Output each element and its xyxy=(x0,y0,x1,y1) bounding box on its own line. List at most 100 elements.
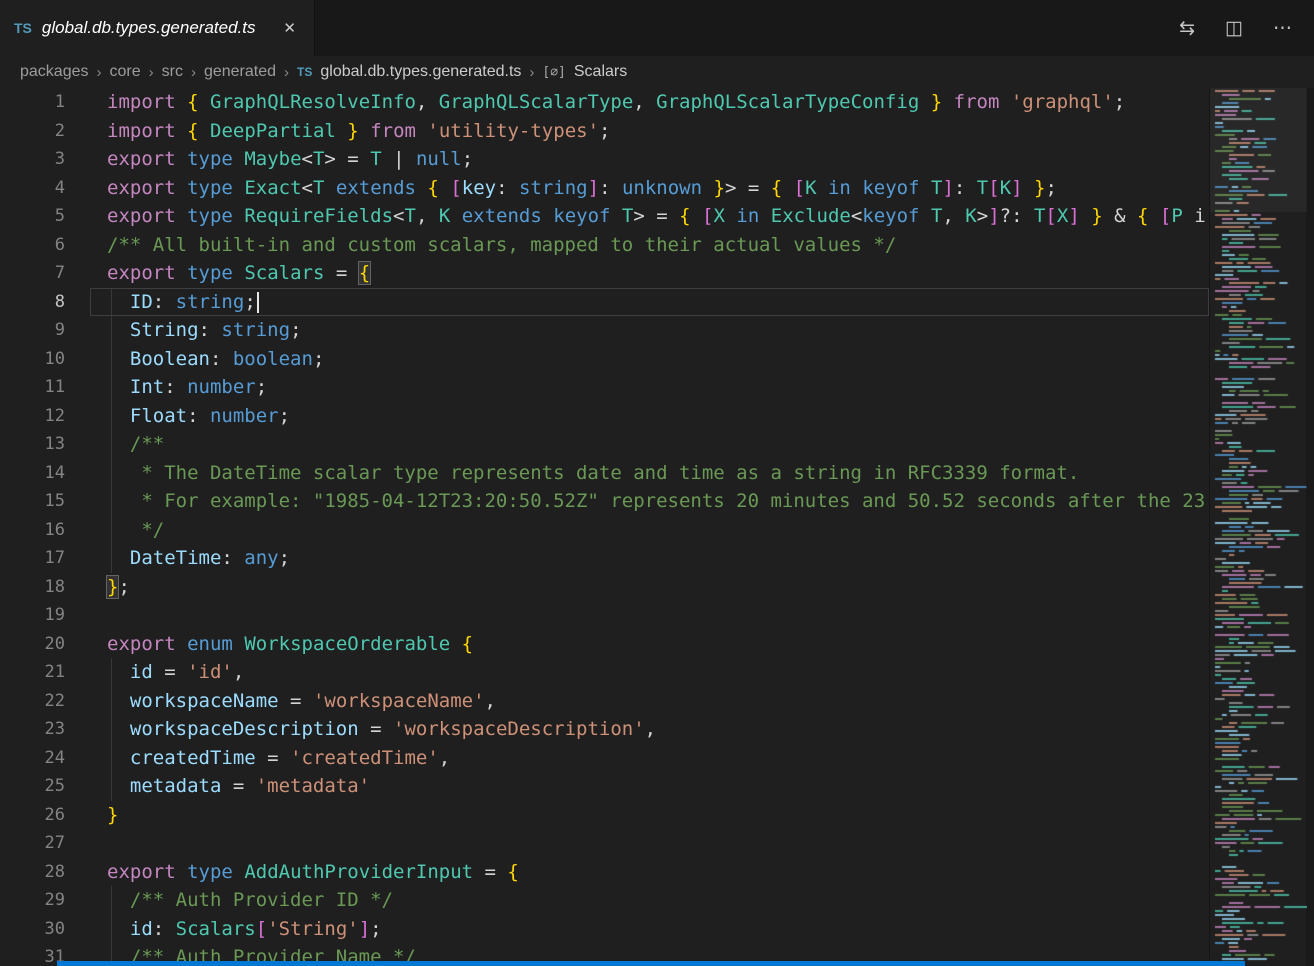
code-line-24[interactable]: createdTime = 'createdTime', xyxy=(90,744,1209,773)
line-number-1[interactable]: 1 xyxy=(0,88,90,117)
line-number-26[interactable]: 26 xyxy=(0,801,90,830)
code-line-11[interactable]: Int: number; xyxy=(90,373,1209,402)
code-token xyxy=(176,177,187,199)
code-line-7[interactable]: export type Scalars = { xyxy=(90,259,1209,288)
code-line-26[interactable]: } xyxy=(90,801,1209,830)
code-line-13[interactable]: /** xyxy=(90,430,1209,459)
line-number-7[interactable]: 7 xyxy=(0,259,90,288)
breadcrumb-item-symbol[interactable]: Scalars xyxy=(574,63,627,81)
code-token: : xyxy=(496,177,519,199)
code-line-16[interactable]: */ xyxy=(90,516,1209,545)
line-number-2[interactable]: 2 xyxy=(0,117,90,146)
code-line-5[interactable]: export type RequireFields<T, K extends k… xyxy=(90,202,1209,231)
code-token: extends xyxy=(336,177,416,199)
code-token xyxy=(942,91,953,113)
code-line-22[interactable]: workspaceName = 'workspaceName', xyxy=(90,687,1209,716)
code-token: ; xyxy=(290,319,301,341)
code-token: enum xyxy=(187,633,233,655)
code-line-1[interactable]: import { GraphQLResolveInfo, GraphQLScal… xyxy=(90,88,1209,117)
more-actions-icon[interactable]: ⋯ xyxy=(1273,17,1292,40)
line-number-24[interactable]: 24 xyxy=(0,744,90,773)
close-tab-icon[interactable]: ✕ xyxy=(279,17,300,39)
line-number-27[interactable]: 27 xyxy=(0,829,90,858)
code-line-25[interactable]: metadata = 'metadata' xyxy=(90,772,1209,801)
line-number-16[interactable]: 16 xyxy=(0,516,90,545)
code-token: , xyxy=(485,690,496,712)
code-token xyxy=(233,633,244,655)
line-number-19[interactable]: 19 xyxy=(0,601,90,630)
code-area[interactable]: import { GraphQLResolveInfo, GraphQLScal… xyxy=(90,88,1209,966)
code-token: in xyxy=(828,177,851,199)
code-line-29[interactable]: /** Auth Provider ID */ xyxy=(90,886,1209,915)
code-token: DeepPartial xyxy=(210,120,336,142)
code-line-17[interactable]: DateTime: any; xyxy=(90,544,1209,573)
code-token xyxy=(439,177,450,199)
code-line-30[interactable]: id: Scalars['String']; xyxy=(90,915,1209,944)
code-line-27[interactable] xyxy=(90,829,1209,858)
code-line-12[interactable]: Float: number; xyxy=(90,402,1209,431)
code-line-2[interactable]: import { DeepPartial } from 'utility-typ… xyxy=(90,117,1209,146)
code-line-15[interactable]: * For example: "1985-04-12T23:20:50.52Z"… xyxy=(90,487,1209,516)
code-line-23[interactable]: workspaceDescription = 'workspaceDescrip… xyxy=(90,715,1209,744)
code-line-28[interactable]: export type AddAuthProviderInput = { xyxy=(90,858,1209,887)
line-number-6[interactable]: 6 xyxy=(0,231,90,260)
code-token xyxy=(920,177,931,199)
code-token xyxy=(107,291,130,313)
line-number-21[interactable]: 21 xyxy=(0,658,90,687)
code-line-10[interactable]: Boolean: boolean; xyxy=(90,345,1209,374)
line-number-29[interactable]: 29 xyxy=(0,886,90,915)
line-number-25[interactable]: 25 xyxy=(0,772,90,801)
code-line-8[interactable]: ID: string; xyxy=(90,288,1209,317)
code-line-9[interactable]: String: string; xyxy=(90,316,1209,345)
line-number-13[interactable]: 13 xyxy=(0,430,90,459)
tab-global-db-types-generated-ts[interactable]: TS global.db.types.generated.ts ✕ xyxy=(0,0,315,56)
line-number-8[interactable]: 8 xyxy=(0,288,90,317)
line-number-17[interactable]: 17 xyxy=(0,544,90,573)
line-number-15[interactable]: 15 xyxy=(0,487,90,516)
code-line-3[interactable]: export type Maybe<T> = T | null; xyxy=(90,145,1209,174)
code-line-4[interactable]: export type Exact<T extends { [key: stri… xyxy=(90,174,1209,203)
line-number-5[interactable]: 5 xyxy=(0,202,90,231)
line-number-9[interactable]: 9 xyxy=(0,316,90,345)
code-token: ?: xyxy=(1000,205,1034,227)
code-token: unknown xyxy=(622,177,702,199)
vertical-scrollbar[interactable] xyxy=(1306,88,1314,966)
code-token: 'createdTime' xyxy=(290,747,439,769)
code-token xyxy=(107,690,130,712)
code-token: 'graphql' xyxy=(1011,91,1114,113)
code-line-14[interactable]: * The DateTime scalar type represents da… xyxy=(90,459,1209,488)
code-token xyxy=(176,205,187,227)
line-number-30[interactable]: 30 xyxy=(0,915,90,944)
line-number-14[interactable]: 14 xyxy=(0,459,90,488)
line-number-12[interactable]: 12 xyxy=(0,402,90,431)
code-token: string xyxy=(519,177,588,199)
line-number-4[interactable]: 4 xyxy=(0,174,90,203)
line-number-23[interactable]: 23 xyxy=(0,715,90,744)
line-number-11[interactable]: 11 xyxy=(0,373,90,402)
code-token: ] xyxy=(1068,205,1079,227)
split-editor-icon[interactable]: ◫ xyxy=(1225,17,1243,40)
code-line-19[interactable] xyxy=(90,601,1209,630)
code-line-6[interactable]: /** All built-in and custom scalars, map… xyxy=(90,231,1209,260)
breadcrumb-item-generated[interactable]: generated xyxy=(204,63,276,81)
minimap[interactable] xyxy=(1209,88,1306,966)
breadcrumb-item-file[interactable]: global.db.types.generated.ts xyxy=(320,63,521,81)
line-number-18[interactable]: 18 xyxy=(0,573,90,602)
breadcrumb-item-core[interactable]: core xyxy=(110,63,141,81)
code-token: { xyxy=(507,861,518,883)
code-token: { xyxy=(462,633,473,655)
compare-changes-icon[interactable]: ⇆ xyxy=(1179,17,1195,40)
line-number-22[interactable]: 22 xyxy=(0,687,90,716)
code-line-21[interactable]: id = 'id', xyxy=(90,658,1209,687)
breadcrumb-item-src[interactable]: src xyxy=(162,63,183,81)
code-line-20[interactable]: export enum WorkspaceOrderable { xyxy=(90,630,1209,659)
code-token: : xyxy=(599,177,622,199)
line-number-10[interactable]: 10 xyxy=(0,345,90,374)
line-number-3[interactable]: 3 xyxy=(0,145,90,174)
line-number-28[interactable]: 28 xyxy=(0,858,90,887)
line-number-20[interactable]: 20 xyxy=(0,630,90,659)
code-token: { xyxy=(187,120,198,142)
code-token xyxy=(233,177,244,199)
breadcrumb-item-packages[interactable]: packages xyxy=(20,63,89,81)
code-line-18[interactable]: }; xyxy=(90,573,1209,602)
